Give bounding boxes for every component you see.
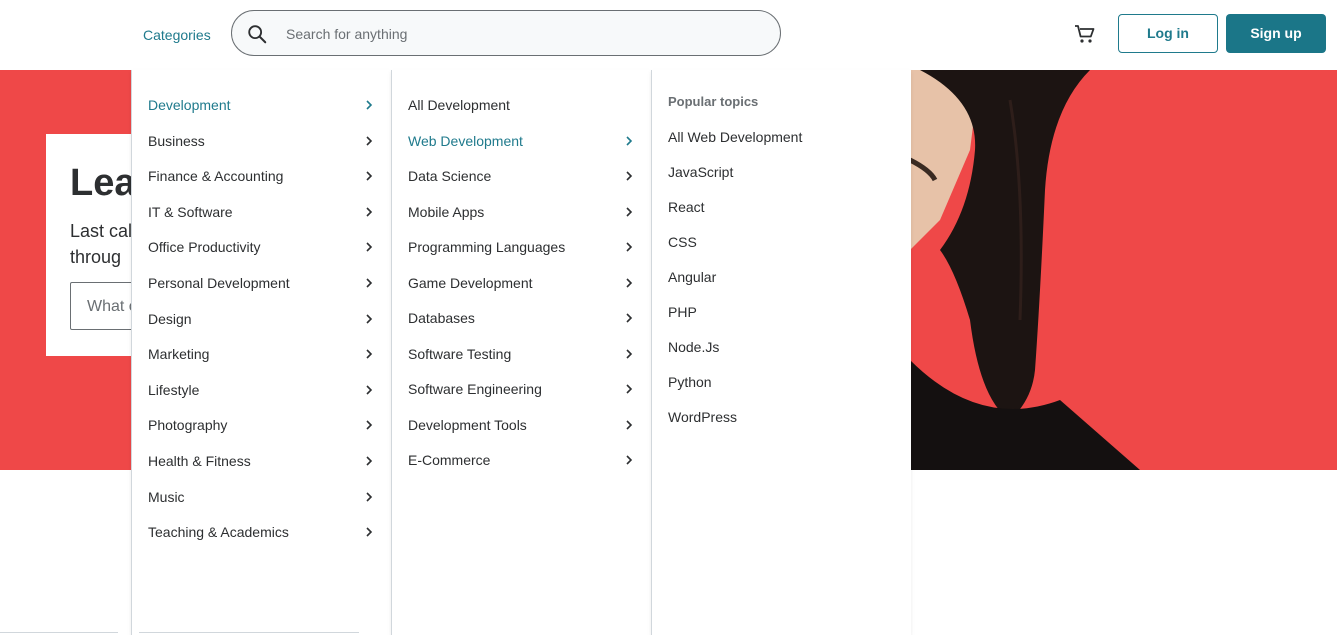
category-item-label: Finance & Accounting: [148, 168, 284, 185]
category-item-it-and-software[interactable]: IT & Software: [148, 201, 374, 223]
top-header: Categories Log in Sign up: [0, 0, 1337, 70]
chevron-right-icon: [366, 100, 373, 110]
chevron-right-icon: [626, 348, 633, 359]
chevron-right-icon: [366, 171, 373, 181]
search-input[interactable]: [284, 11, 758, 57]
chevron-right-icon: [366, 420, 373, 430]
topic-link-all-web-development[interactable]: All Web Development: [668, 126, 802, 148]
subcategory-item-label: Game Development: [408, 274, 533, 291]
subcategory-item-software-testing[interactable]: Software Testing: [408, 343, 634, 365]
category-item-label: Health & Fitness: [148, 453, 251, 469]
subcategory-item-label: Web Development: [408, 132, 523, 149]
subcategory-item-data-science[interactable]: Data Science: [408, 165, 634, 187]
category-item-label: Personal Development: [148, 275, 290, 291]
chevron-right-icon: [626, 384, 633, 394]
hero-search-placeholder: What c: [87, 298, 137, 315]
topic-link-python[interactable]: Python: [668, 371, 712, 393]
chevron-right-icon: [366, 314, 373, 324]
category-item-photography[interactable]: Photography: [148, 414, 374, 436]
subcategory-item-databases[interactable]: Databases: [408, 307, 634, 329]
login-button[interactable]: Log in: [1118, 14, 1218, 53]
chevron-right-icon: [366, 349, 373, 359]
subcategory-item-label: All Development: [408, 97, 510, 113]
subcategory-item-label: Software Testing: [408, 345, 512, 362]
subcategory-item-programming-languages[interactable]: Programming Languages: [408, 236, 634, 258]
popular-topics-heading: Popular topics: [668, 94, 759, 109]
chevron-right-icon: [626, 171, 633, 181]
category-item-label: Development: [148, 97, 231, 113]
subcategory-item-all-development[interactable]: All Development: [408, 94, 634, 116]
chevron-right-icon: [626, 313, 633, 323]
subcategory-item-label: Programming Languages: [408, 239, 566, 255]
chevron-right-icon: [626, 242, 633, 252]
category-item-design[interactable]: Design: [148, 308, 374, 330]
category-item-label: Design: [148, 310, 192, 327]
magnifier-icon[interactable]: [246, 23, 268, 45]
category-item-business[interactable]: Business: [148, 130, 374, 152]
topic-link-css[interactable]: CSS: [668, 231, 697, 253]
chevron-right-icon: [626, 419, 633, 430]
subcategory-item-game-development[interactable]: Game Development: [408, 272, 634, 294]
subcategory-item-software-engineering[interactable]: Software Engineering: [408, 378, 634, 400]
categories-menu-link[interactable]: Categories: [143, 27, 211, 43]
topic-link-node-js[interactable]: Node.Js: [668, 336, 719, 358]
chevron-right-icon: [366, 385, 373, 395]
topic-link-react[interactable]: React: [668, 196, 705, 218]
category-item-teaching-and-academics[interactable]: Teaching & Academics: [148, 521, 374, 543]
chevron-right-icon: [366, 278, 373, 288]
chevron-right-icon: [366, 527, 373, 537]
subcategory-item-label: Mobile Apps: [408, 203, 485, 220]
category-item-development[interactable]: Development: [148, 94, 374, 116]
chevron-right-icon: [366, 456, 373, 466]
chevron-right-icon: [366, 136, 373, 146]
category-item-label: Photography: [148, 417, 228, 434]
chevron-right-icon: [366, 242, 373, 252]
category-item-personal-development[interactable]: Personal Development: [148, 272, 374, 294]
chevron-right-icon: [626, 206, 633, 217]
chevron-right-icon: [626, 135, 633, 146]
category-item-label: Marketing: [148, 346, 210, 363]
search-bar[interactable]: [231, 10, 781, 57]
topic-link-javascript[interactable]: JavaScript: [668, 161, 733, 183]
shopping-cart-icon[interactable]: [1073, 22, 1097, 46]
category-item-finance-and-accounting[interactable]: Finance & Accounting: [148, 165, 374, 187]
category-menu-column: Development Business Finance & Accounting I…: [131, 70, 391, 635]
popular-topics-column: Popular topics All Web Development JavaSc…: [651, 70, 911, 635]
subcategory-item-label: Development Tools: [408, 416, 527, 433]
topic-link-angular[interactable]: Angular: [668, 266, 716, 288]
category-item-label: Music: [148, 488, 185, 505]
category-item-label: Teaching & Academics: [148, 524, 289, 541]
subcategory-item-label: Software Engineering: [408, 381, 542, 397]
divider: [139, 632, 359, 633]
subcategory-item-development-tools[interactable]: Development Tools: [408, 414, 634, 436]
category-item-lifestyle[interactable]: Lifestyle: [148, 379, 374, 401]
category-item-health-and-fitness[interactable]: Health & Fitness: [148, 450, 374, 472]
subcategory-item-label: E-Commerce: [408, 452, 491, 468]
category-item-office-productivity[interactable]: Office Productivity: [148, 236, 374, 258]
subcategory-menu-column: All Development Web Development Data Scien…: [391, 70, 651, 635]
hero-title: Lea: [70, 162, 136, 204]
category-item-marketing[interactable]: Marketing: [148, 343, 374, 365]
topic-link-php[interactable]: PHP: [668, 301, 697, 323]
category-item-label: Business: [148, 132, 205, 149]
category-item-label: Lifestyle: [148, 381, 200, 398]
subcategory-item-label: Data Science: [408, 168, 492, 184]
signup-button[interactable]: Sign up: [1226, 14, 1326, 53]
chevron-right-icon: [626, 455, 633, 465]
category-item-music[interactable]: Music: [148, 486, 374, 508]
divider: [0, 632, 118, 633]
subcategory-item-mobile-apps[interactable]: Mobile Apps: [408, 201, 634, 223]
chevron-right-icon: [626, 277, 633, 288]
chevron-right-icon: [366, 492, 373, 502]
category-item-label: Office Productivity: [148, 239, 261, 256]
category-item-label: IT & Software: [148, 203, 233, 220]
chevron-right-icon: [366, 207, 373, 217]
subcategory-item-e-commerce[interactable]: E-Commerce: [408, 449, 634, 471]
topic-link-wordpress[interactable]: WordPress: [668, 406, 737, 428]
subcategory-item-label: Databases: [408, 310, 475, 326]
subcategory-item-web-development[interactable]: Web Development: [408, 130, 634, 152]
